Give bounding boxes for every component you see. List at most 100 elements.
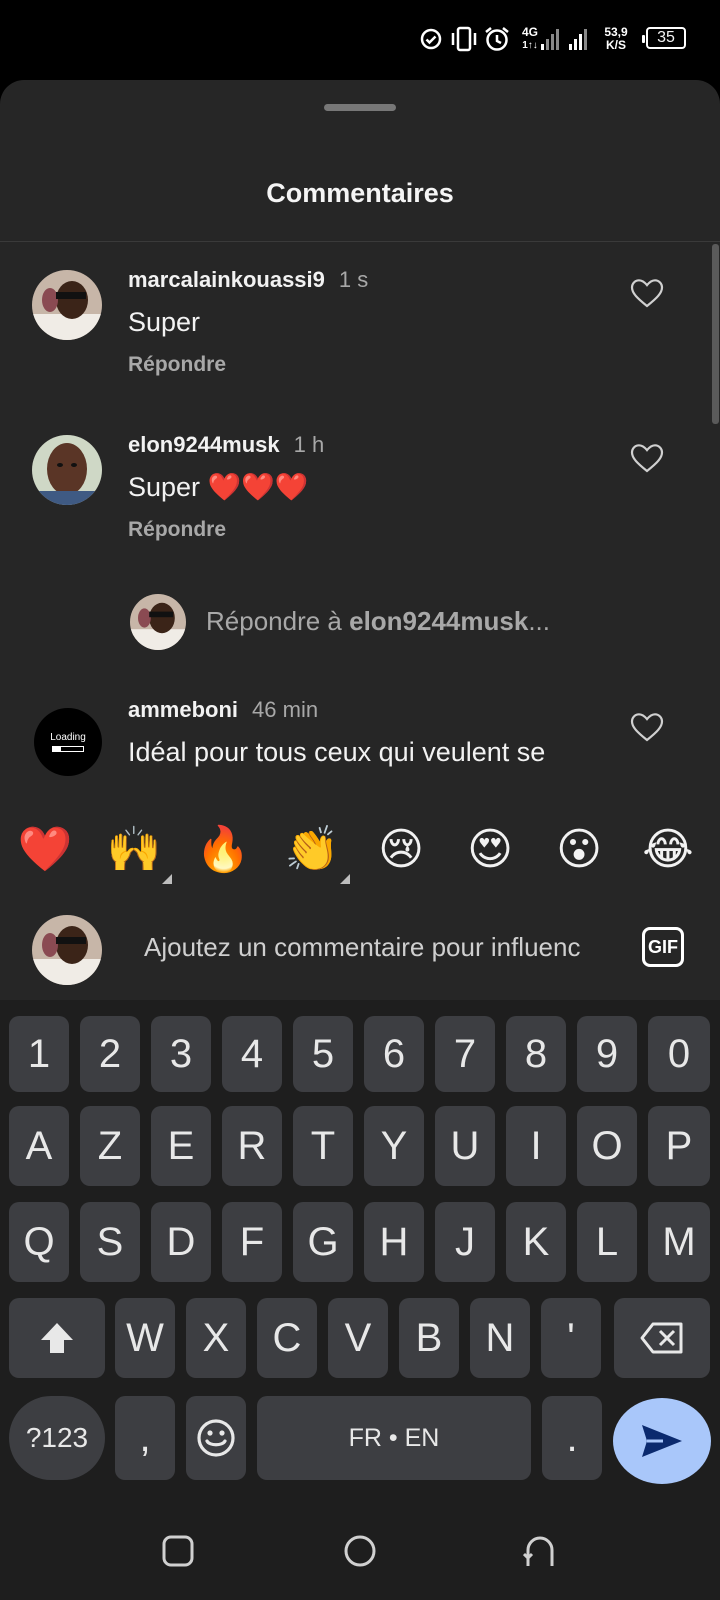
key-5[interactable]: 5	[293, 1016, 353, 1092]
key-2[interactable]: 2	[80, 1016, 140, 1092]
key-6[interactable]: 6	[364, 1016, 424, 1092]
network-type: 4G	[521, 25, 538, 39]
network-speed-unit: K/S	[605, 38, 626, 52]
comment-username[interactable]: marcalainkouassi9 1 s	[128, 267, 368, 293]
emoji-raising-hands[interactable]: 🙌	[104, 820, 172, 884]
comment-input[interactable]: Ajoutez un commentaire pour influenc	[144, 932, 608, 963]
sheet-title: Commentaires	[266, 178, 454, 208]
key-0[interactable]: 0	[648, 1016, 710, 1092]
gif-button[interactable]: GIF	[642, 927, 684, 967]
key-8[interactable]: 8	[506, 1016, 566, 1092]
emoji-variants-indicator	[162, 874, 172, 884]
key-apostrophe[interactable]: '	[541, 1298, 601, 1378]
emoji-heart[interactable]: ❤️	[15, 820, 75, 880]
key-p[interactable]: P	[648, 1106, 710, 1186]
key-3[interactable]: 3	[151, 1016, 211, 1092]
key-s[interactable]: S	[80, 1202, 140, 1282]
comment-username[interactable]: elon9244musk 1 h	[128, 432, 324, 458]
send-button[interactable]	[613, 1398, 711, 1484]
send-icon	[642, 1425, 682, 1457]
key-e[interactable]: E	[151, 1106, 211, 1186]
quick-emoji-bar: ❤️ 🙌 🔥 👏 😢 😍 😮 😂	[0, 800, 720, 895]
key-k[interactable]: K	[506, 1202, 566, 1282]
keyboard: 1 2 3 4 5 6 7 8 9 0 A Z E R T Y U I O P …	[0, 1000, 720, 1492]
emoji-surprised[interactable]: 😮	[549, 820, 609, 880]
emoji-variants-indicator	[340, 874, 350, 884]
avatar	[32, 915, 102, 985]
key-4[interactable]: 4	[222, 1016, 282, 1092]
recent-apps-icon[interactable]	[161, 1534, 195, 1568]
comments-list[interactable]: marcalainkouassi9 1 s Super Répondre elon…	[0, 242, 720, 790]
emoji-crying[interactable]: 😢	[371, 820, 431, 880]
key-c[interactable]: C	[257, 1298, 317, 1378]
reply-button[interactable]: Répondre	[128, 353, 226, 377]
network-type-indicator: 4G 1↑↓	[518, 22, 542, 56]
key-i[interactable]: I	[506, 1106, 566, 1186]
navigation-bar	[0, 1492, 720, 1600]
reply-prompt[interactable]: Répondre à elon9244musk...	[0, 582, 720, 662]
key-9[interactable]: 9	[577, 1016, 637, 1092]
key-m[interactable]: M	[648, 1202, 710, 1282]
key-t[interactable]: T	[293, 1106, 353, 1186]
key-b[interactable]: B	[399, 1298, 459, 1378]
shift-key[interactable]	[9, 1298, 105, 1378]
home-icon[interactable]	[343, 1534, 377, 1568]
key-y[interactable]: Y	[364, 1106, 424, 1186]
key-a[interactable]: A	[9, 1106, 69, 1186]
alarm-icon	[482, 22, 512, 56]
vibrate-icon	[450, 22, 478, 56]
key-o[interactable]: O	[577, 1106, 637, 1186]
key-n[interactable]: N	[470, 1298, 530, 1378]
key-j[interactable]: J	[435, 1202, 495, 1282]
like-heart-icon[interactable]	[630, 712, 664, 742]
key-f[interactable]: F	[222, 1202, 282, 1282]
avatar[interactable]: Loading	[34, 708, 102, 776]
period-key[interactable]: .	[542, 1396, 602, 1480]
sheet-drag-handle[interactable]	[324, 104, 396, 111]
key-v[interactable]: V	[328, 1298, 388, 1378]
reply-prompt-text[interactable]: Répondre à elon9244musk...	[206, 606, 550, 637]
key-l[interactable]: L	[577, 1202, 637, 1282]
key-w[interactable]: W	[115, 1298, 175, 1378]
comment-username-text[interactable]: marcalainkouassi9	[128, 267, 325, 292]
key-x[interactable]: X	[186, 1298, 246, 1378]
comment-username-text[interactable]: ammeboni	[128, 697, 238, 722]
key-g[interactable]: G	[293, 1202, 353, 1282]
key-h[interactable]: H	[364, 1202, 424, 1282]
back-icon[interactable]	[523, 1532, 557, 1568]
status-bar: 4G 1↑↓ 53,9 K/S 35	[0, 0, 720, 78]
emoji-heart-eyes[interactable]: 😍	[460, 820, 520, 880]
comment-timestamp: 46 min	[252, 697, 319, 722]
key-d[interactable]: D	[151, 1202, 211, 1282]
symbols-key[interactable]: ?123	[9, 1396, 105, 1480]
comment-username-text[interactable]: elon9244musk	[128, 432, 280, 457]
emoji-tears-of-joy[interactable]: 😂	[638, 820, 698, 880]
data-saver-icon	[418, 22, 444, 56]
emoji-raising-hands-glyph: 🙌	[106, 825, 162, 874]
key-u[interactable]: U	[435, 1106, 495, 1186]
key-z[interactable]: Z	[80, 1106, 140, 1186]
emoji-key[interactable]	[186, 1396, 246, 1480]
key-r[interactable]: R	[222, 1106, 282, 1186]
space-key[interactable]: FR • EN	[257, 1396, 531, 1480]
reply-button[interactable]: Répondre	[128, 518, 226, 542]
avatar[interactable]	[32, 270, 102, 340]
comment-item: marcalainkouassi9 1 s Super Répondre	[0, 242, 720, 402]
comments-scrollbar[interactable]	[712, 244, 719, 424]
comma-key[interactable]: ,	[115, 1396, 175, 1480]
backspace-key[interactable]	[614, 1298, 710, 1378]
key-q[interactable]: Q	[9, 1202, 69, 1282]
comment-text: Super	[128, 307, 201, 337]
like-heart-icon[interactable]	[630, 278, 664, 308]
emoji-clapping-hands[interactable]: 👏	[282, 820, 350, 884]
comment-username[interactable]: ammeboni 46 min	[128, 697, 318, 723]
emoji-fire[interactable]: 🔥	[193, 820, 253, 880]
avatar-loading-bar	[52, 746, 84, 752]
network-speed: 53,9 K/S	[594, 22, 638, 56]
backspace-icon	[640, 1322, 683, 1354]
like-heart-icon[interactable]	[630, 443, 664, 473]
key-1[interactable]: 1	[9, 1016, 69, 1092]
battery-indicator: 35	[642, 27, 686, 49]
avatar[interactable]	[32, 435, 102, 505]
key-7[interactable]: 7	[435, 1016, 495, 1092]
